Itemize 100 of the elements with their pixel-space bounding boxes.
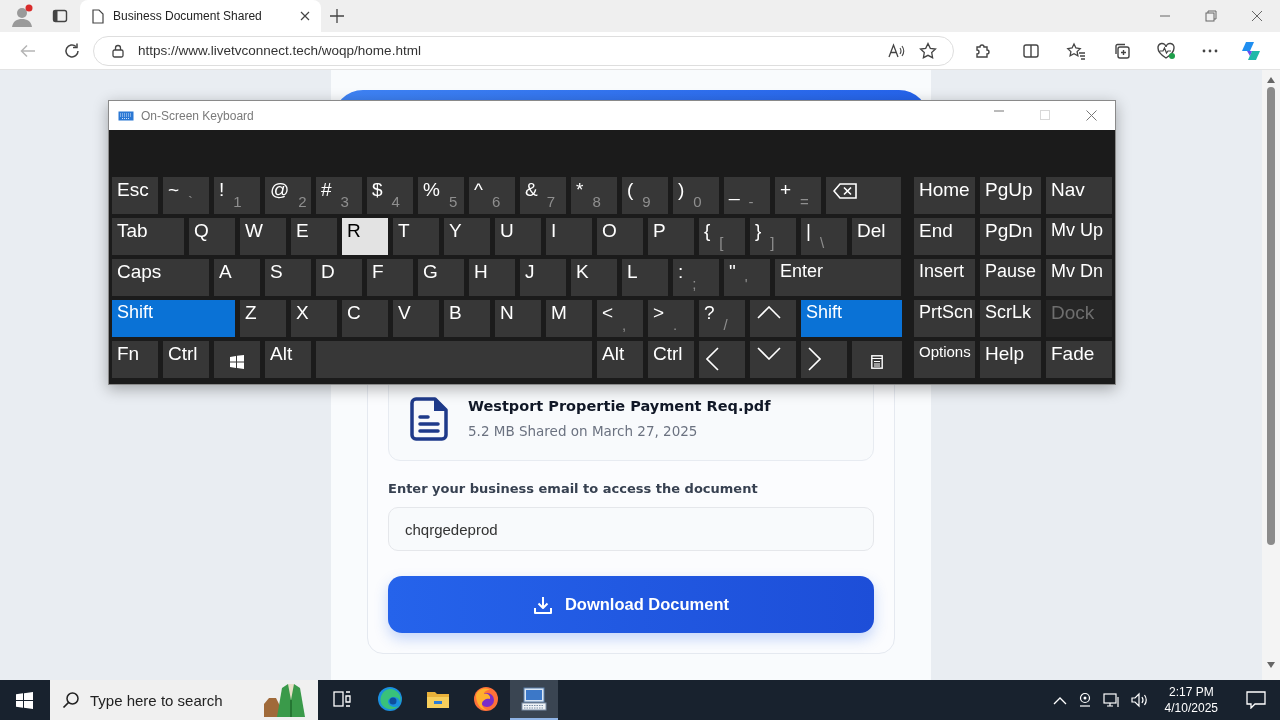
keyboard-key[interactable]: Nav (1046, 177, 1112, 214)
keyboard-key[interactable]: End (914, 218, 975, 255)
read-aloud-icon[interactable] (887, 42, 905, 59)
refresh-icon[interactable] (63, 41, 81, 60)
keyboard-key[interactable]: > . (648, 300, 694, 337)
address-bar[interactable]: https://www.livetvconnect.tech/woqp/home.html (93, 35, 954, 66)
profile-icon[interactable] (9, 3, 35, 29)
keyboard-key[interactable]: F (367, 259, 413, 296)
keyboard-key[interactable]: V (393, 300, 439, 337)
keyboard-key[interactable]: Fade (1046, 341, 1112, 378)
keyboard-key[interactable]: X (291, 300, 337, 337)
keyboard-key[interactable]: & 7 (520, 177, 566, 214)
keyboard-key[interactable]: : ; (673, 259, 719, 296)
keyboard-key[interactable]: I (546, 218, 592, 255)
extensions-icon[interactable] (974, 41, 992, 60)
keyboard-key[interactable]: PgUp (980, 177, 1041, 214)
keyboard-key[interactable]: D (316, 259, 362, 296)
keyboard-key[interactable]: ( 9 (622, 177, 668, 214)
keyboard-key[interactable]: Insert (914, 259, 975, 296)
keyboard-key[interactable]: T (393, 218, 439, 255)
keyboard-key[interactable]: @ 2 (265, 177, 311, 214)
notification-icon[interactable] (1246, 691, 1266, 709)
browser-tab[interactable]: Business Document Shared (80, 0, 321, 32)
heart-pulse-icon[interactable] (1156, 41, 1176, 60)
keyboard-key[interactable]: U (495, 218, 541, 255)
keyboard-key[interactable]: Z (240, 300, 286, 337)
keyboard-key[interactable]: } ] (750, 218, 796, 255)
keyboard-key[interactable]: PgDn (980, 218, 1041, 255)
keyboard-key[interactable]: Ctrl (163, 341, 209, 378)
chevron-up-icon[interactable] (1052, 695, 1067, 705)
scroll-up-icon[interactable] (1267, 77, 1275, 83)
keyboard-key[interactable]: C (342, 300, 388, 337)
keyboard-key[interactable] (852, 341, 902, 378)
network-icon[interactable] (1102, 692, 1121, 708)
keyboard-key[interactable]: O (597, 218, 643, 255)
keyboard-key[interactable]: Alt (597, 341, 643, 378)
keyboard-key[interactable]: < , (597, 300, 643, 337)
keyboard-key[interactable]: _ - (724, 177, 770, 214)
keyboard-key[interactable]: Shift (112, 300, 235, 337)
keyboard-key[interactable]: M (546, 300, 592, 337)
keyboard-key[interactable]: S (265, 259, 311, 296)
keyboard-key[interactable]: P (648, 218, 694, 255)
search-field[interactable]: Type here to search (50, 680, 318, 720)
keyboard-key[interactable]: N (495, 300, 541, 337)
taskbar-app[interactable] (510, 680, 558, 720)
keyboard-key[interactable]: A (214, 259, 260, 296)
keyboard-key[interactable]: Q (189, 218, 235, 255)
favorites-icon[interactable] (1066, 41, 1086, 60)
close-icon[interactable] (1086, 110, 1097, 121)
keyboard-key[interactable]: PrtScn (914, 300, 975, 337)
keyboard-key[interactable] (826, 177, 901, 214)
keyboard-key[interactable]: W (240, 218, 286, 255)
keyboard-key[interactable] (214, 341, 260, 378)
keyboard-key[interactable]: { [ (699, 218, 745, 255)
keyboard-key[interactable]: Tab (112, 218, 184, 255)
new-tab-icon[interactable] (330, 9, 344, 23)
keyboard-key[interactable]: R (342, 218, 388, 255)
keyboard-key[interactable]: Y (444, 218, 490, 255)
close-icon[interactable] (299, 10, 311, 22)
split-screen-icon[interactable] (1022, 41, 1040, 60)
search-input[interactable]: Type here to search (90, 691, 252, 709)
star-icon[interactable] (919, 41, 937, 60)
keyboard-key[interactable]: ) 0 (673, 177, 719, 214)
keyboard-key[interactable]: Alt (265, 341, 311, 378)
keyboard-key[interactable]: ~ ` (163, 177, 209, 214)
collections-icon[interactable] (1113, 41, 1131, 60)
keyboard-key[interactable]: " ' (724, 259, 770, 296)
keyboard-key[interactable]: ScrLk (980, 300, 1041, 337)
keyboard-key[interactable]: Help (980, 341, 1041, 378)
keyboard-key[interactable]: # 3 (316, 177, 362, 214)
email-field[interactable]: chqrgedeprod (388, 507, 874, 551)
keyboard-key[interactable]: K (571, 259, 617, 296)
scrollbar[interactable] (1262, 70, 1280, 680)
keyboard-key[interactable]: Mv Up (1046, 218, 1112, 255)
keyboard-key[interactable]: H (469, 259, 515, 296)
keyboard-key[interactable]: % 5 (418, 177, 464, 214)
keyboard-key[interactable] (801, 341, 847, 378)
clock[interactable]: 2:17 PM 4/10/2025 (1158, 684, 1224, 716)
tab-actions-icon[interactable] (52, 8, 68, 24)
keyboard-key[interactable]: Mv Dn (1046, 259, 1112, 296)
keyboard-key[interactable]: Ctrl (648, 341, 694, 378)
keyboard-key[interactable]: Del (852, 218, 901, 255)
keyboard-key[interactable]: L (622, 259, 668, 296)
speaker-icon[interactable] (1130, 692, 1149, 708)
keyboard-key[interactable]: E (291, 218, 337, 255)
keyboard-key[interactable]: Caps (112, 259, 209, 296)
keyboard-key[interactable]: + = (775, 177, 821, 214)
keyboard-key[interactable] (750, 341, 796, 378)
scroll-down-icon[interactable] (1267, 662, 1275, 668)
keyboard-key[interactable]: Fn (112, 341, 158, 378)
keyboard-key[interactable]: $ 4 (367, 177, 413, 214)
keyboard-key[interactable]: ! 1 (214, 177, 260, 214)
keyboard-key[interactable]: ^ 6 (469, 177, 515, 214)
keyboard-key[interactable]: ? / (699, 300, 745, 337)
keyboard-key[interactable]: Shift (801, 300, 902, 337)
keyboard-key[interactable]: Options (914, 341, 975, 378)
keyboard-key[interactable]: G (418, 259, 464, 296)
keyboard-key[interactable]: Pause (980, 259, 1041, 296)
keyboard-key[interactable] (699, 341, 745, 378)
keyboard-key[interactable]: Home (914, 177, 975, 214)
